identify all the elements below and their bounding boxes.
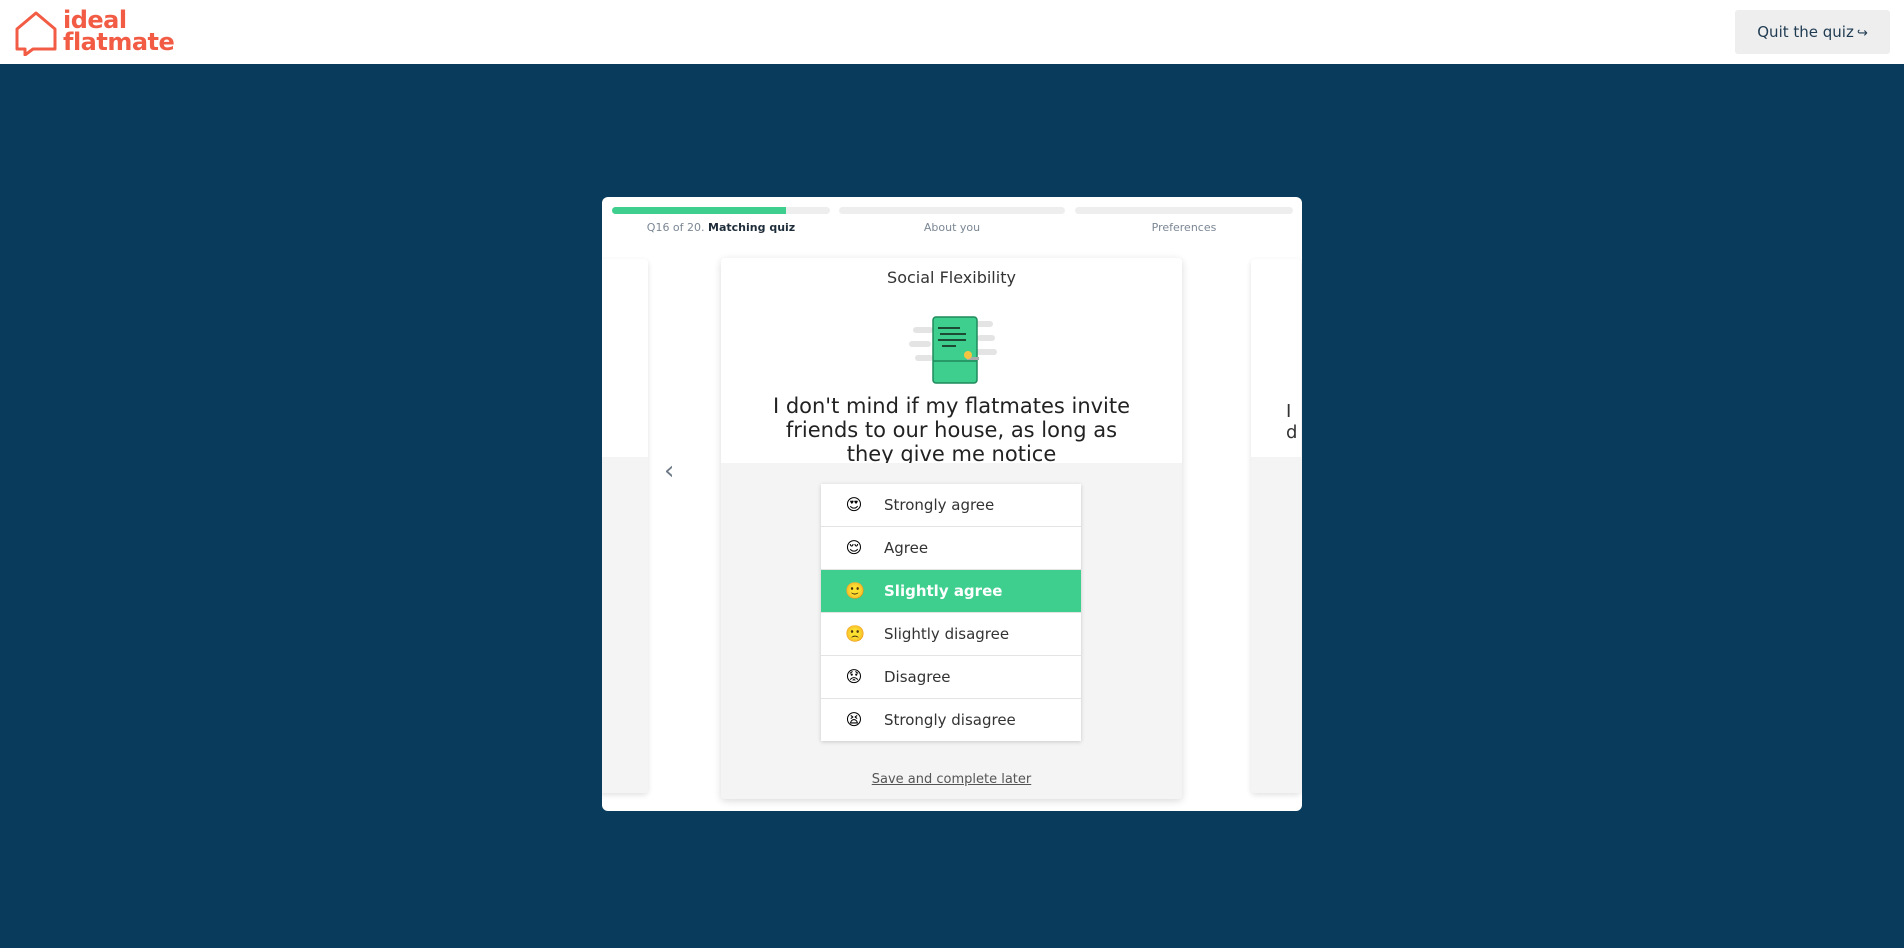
- option-disagree[interactable]: 😟 Disagree: [821, 655, 1081, 698]
- quiz-panel: Q16 of 20. Matching quiz About you Prefe…: [602, 197, 1302, 811]
- option-label: Disagree: [884, 668, 951, 686]
- option-label: Strongly agree: [884, 496, 995, 514]
- progress-label-matching: Q16 of 20. Matching quiz: [612, 221, 830, 234]
- tired-emoji-icon: 😫: [845, 710, 863, 729]
- top-bar: ideal flatmate Quit the quiz ↪: [0, 0, 1904, 64]
- quit-quiz-button[interactable]: Quit the quiz ↪: [1735, 10, 1890, 54]
- question-text: I don't mind if my flatmates invite frie…: [772, 394, 1131, 466]
- frown-emoji-icon: 🙁: [845, 624, 865, 643]
- question-card: Social Flexibility I don't mind if my fl…: [721, 258, 1182, 799]
- option-slightly-agree[interactable]: 🙂 Slightly agree: [821, 569, 1081, 612]
- card-bottom: [1251, 457, 1301, 793]
- save-and-complete-later-link[interactable]: Save and complete later: [721, 772, 1182, 787]
- category-title: Social Flexibility: [887, 268, 1016, 287]
- progress-fill: [612, 207, 787, 214]
- option-slightly-disagree[interactable]: 🙁 Slightly disagree: [821, 612, 1081, 655]
- progress-step-preferences: [1075, 207, 1293, 214]
- progress-step-about: [839, 207, 1065, 214]
- next-card-peek-text: I d: [1286, 401, 1298, 443]
- option-label: Agree: [884, 539, 929, 557]
- answer-options: 😍 Strongly agree 😌 Agree 🙂 Slightly agre…: [821, 484, 1081, 741]
- option-label: Strongly disagree: [884, 711, 1016, 729]
- logo[interactable]: ideal flatmate: [13, 8, 183, 56]
- smile-emoji-icon: 🙂: [845, 581, 865, 600]
- option-agree[interactable]: 😌 Agree: [821, 526, 1081, 569]
- card-bottom: [602, 457, 648, 793]
- next-card: [1251, 259, 1301, 793]
- quit-label: Quit the quiz: [1757, 23, 1854, 41]
- logo-text: ideal flatmate: [63, 8, 175, 56]
- fridge-note-illustration: [909, 316, 997, 384]
- progress-step-matching: [612, 207, 830, 214]
- heart-eyes-emoji-icon: 😍: [845, 495, 863, 514]
- progress-label-about: About you: [923, 221, 981, 234]
- progress-label-preferences: Preferences: [1151, 221, 1217, 234]
- question-counter: Q16 of 20.: [646, 221, 705, 234]
- answers-area: 😍 Strongly agree 😌 Agree 🙂 Slightly agre…: [721, 463, 1182, 799]
- house-chat-icon: [15, 11, 57, 56]
- logo-line2: flatmate: [63, 28, 175, 56]
- chevron-left-icon[interactable]: ‹: [664, 458, 684, 484]
- worried-emoji-icon: 😟: [845, 667, 863, 686]
- option-strongly-disagree[interactable]: 😫 Strongly disagree: [821, 698, 1081, 741]
- option-label: Slightly disagree: [884, 625, 1010, 643]
- exit-icon: ↪: [1856, 26, 1868, 41]
- card-top: Social Flexibility I don't mind if my fl…: [721, 258, 1182, 466]
- previous-card: [602, 259, 648, 793]
- step-name: Matching quiz: [708, 221, 796, 234]
- option-strongly-agree[interactable]: 😍 Strongly agree: [821, 484, 1081, 526]
- relieved-emoji-icon: 😌: [845, 538, 863, 557]
- option-label: Slightly agree: [884, 582, 1003, 600]
